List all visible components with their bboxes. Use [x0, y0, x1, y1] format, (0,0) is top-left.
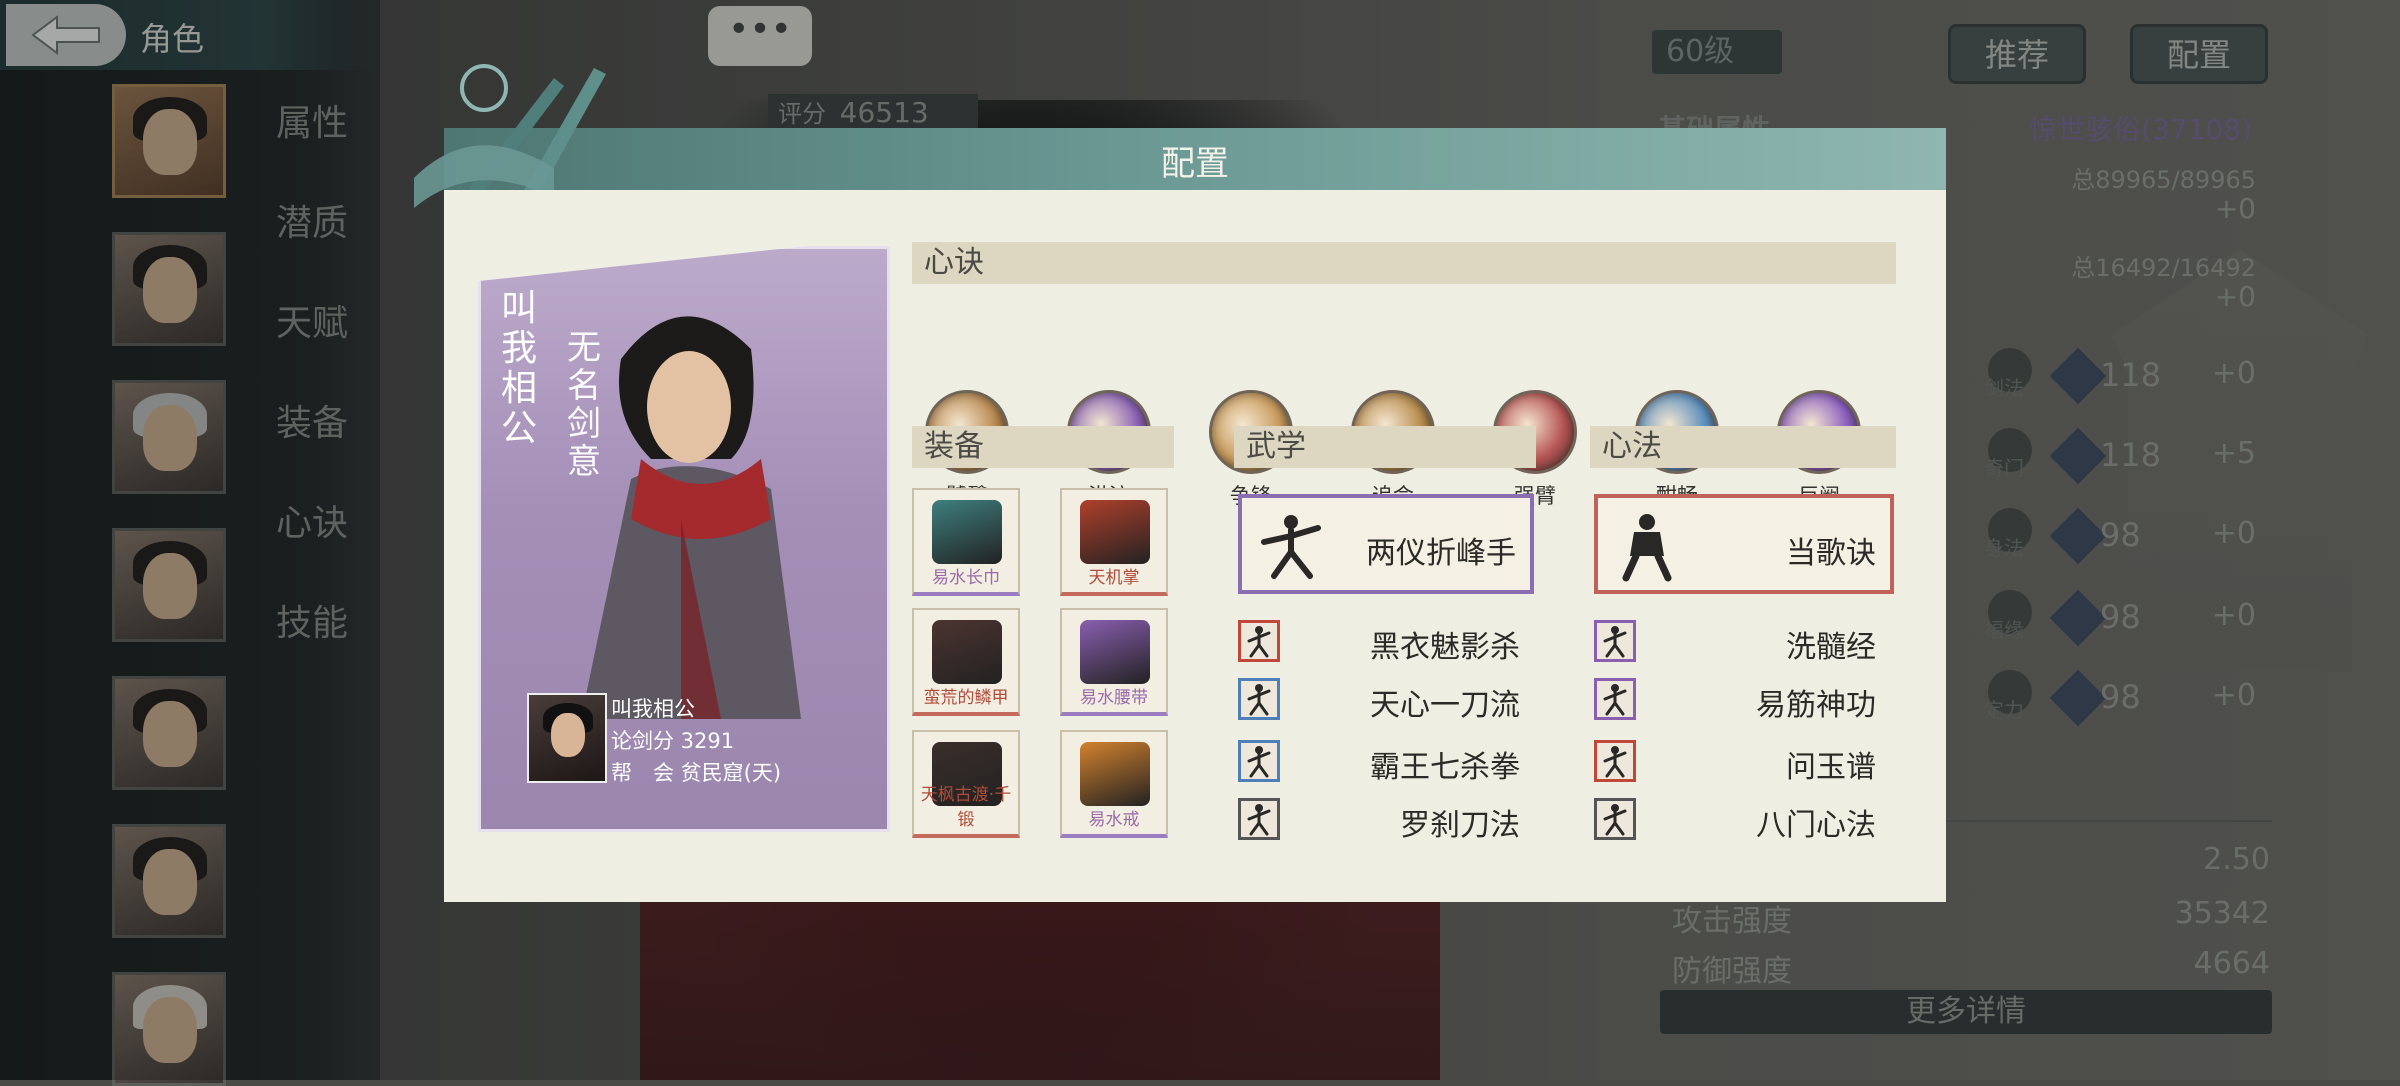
heart-main-name: 当歌诀	[1786, 536, 1876, 571]
martial-skill-name: 罗刹刀法	[1400, 808, 1520, 843]
dialog-title: 配置	[1161, 144, 1229, 184]
martial-pose-icon	[1261, 515, 1321, 579]
character-info-guild: 帮 会 贫民窟(天)	[611, 761, 782, 785]
dialog-body: 叫我相公 无名剑意 叫我相公 论剑分 3291 帮 会 贫民窟(天) 心诀 饕餮…	[444, 190, 1946, 902]
martial-section-header: 武学	[1234, 426, 1536, 468]
heart-skill-2[interactable]: 易筋神功	[1594, 674, 1890, 724]
skill-pose-icon	[1238, 620, 1280, 662]
mind-section-header: 心诀	[912, 242, 1896, 284]
skill-pose-icon	[1238, 740, 1280, 782]
skill-pose-icon	[1594, 620, 1636, 662]
equipment-slot-4[interactable]: 易水腰带	[1060, 608, 1168, 716]
martial-skill-name: 霸王七杀拳	[1370, 750, 1520, 785]
skill-pose-icon	[1594, 798, 1636, 840]
equipment-name: 易水戒	[1088, 810, 1140, 830]
equipment-slot-1[interactable]: 易水长巾	[912, 488, 1020, 596]
equipment-name: 蛮荒的鳞甲	[923, 688, 1009, 708]
skill-pose-icon	[1594, 740, 1636, 782]
character-card[interactable]: 叫我相公 无名剑意 叫我相公 论剑分 3291 帮 会 贫民窟(天)	[478, 246, 890, 832]
martial-main-name: 两仪折峰手	[1366, 536, 1516, 571]
heart-section-header: 心法	[1590, 426, 1896, 468]
martial-skill-3[interactable]: 霸王七杀拳	[1238, 736, 1534, 786]
heart-skill-name: 易筋神功	[1756, 688, 1876, 723]
equipment-name: 易水长巾	[932, 568, 1000, 588]
equipment-slot-6[interactable]: 易水戒	[1060, 730, 1168, 838]
equipment-item-icon	[932, 620, 1002, 684]
martial-skill-1[interactable]: 黑衣魅影杀	[1238, 616, 1534, 666]
equipment-item-icon	[1080, 500, 1150, 564]
heart-skill-name: 问玉谱	[1786, 750, 1876, 785]
equipment-slot-3[interactable]: 蛮荒的鳞甲	[912, 608, 1020, 716]
skill-pose-icon	[1594, 678, 1636, 720]
heart-skill-4[interactable]: 八门心法	[1594, 794, 1890, 844]
equipment-name: 易水腰带	[1080, 688, 1148, 708]
martial-skill-2[interactable]: 天心一刀流	[1238, 674, 1534, 724]
character-title-vertical: 无名剑意	[567, 328, 601, 482]
equipment-item-icon	[1080, 620, 1150, 684]
equipment-name: 天机掌	[1088, 568, 1140, 588]
character-info: 叫我相公 论剑分 3291 帮 会 贫民窟(天)	[611, 693, 781, 789]
martial-skill-name: 黑衣魅影杀	[1370, 630, 1520, 665]
heart-pose-icon	[1622, 514, 1672, 582]
equipment-slot-2[interactable]: 天机掌	[1060, 488, 1168, 596]
equipment-name: 天枫古渡·千锻	[920, 785, 1012, 830]
skill-pose-icon	[1238, 798, 1280, 840]
equipment-item-icon	[932, 500, 1002, 564]
character-avatar	[527, 693, 607, 783]
config-dialog: 配置 叫我相公 无名剑意 叫我相公 论剑分 3291 帮 会 贫民窟(天) 心诀…	[414, 64, 1946, 902]
heart-skill-name: 洗髓经	[1786, 630, 1876, 665]
skill-pose-icon	[1238, 678, 1280, 720]
heart-skill-3[interactable]: 问玉谱	[1594, 736, 1890, 786]
equipment-slot-5[interactable]: 天枫古渡·千锻	[912, 730, 1020, 838]
dialog-header: 配置	[444, 128, 1946, 190]
character-info-score: 论剑分 3291	[611, 729, 735, 753]
equip-section-header: 装备	[912, 426, 1174, 468]
martial-skill-name: 天心一刀流	[1370, 688, 1520, 723]
heart-main-skill[interactable]: 当歌诀	[1594, 494, 1894, 594]
heart-skill-1[interactable]: 洗髓经	[1594, 616, 1890, 666]
heart-skill-name: 八门心法	[1756, 808, 1876, 843]
equipment-item-icon	[1080, 742, 1150, 806]
character-info-name: 叫我相公	[611, 697, 695, 721]
martial-skill-4[interactable]: 罗刹刀法	[1238, 794, 1534, 844]
martial-main-skill[interactable]: 两仪折峰手	[1238, 494, 1534, 594]
character-name-vertical: 叫我相公	[501, 288, 538, 449]
